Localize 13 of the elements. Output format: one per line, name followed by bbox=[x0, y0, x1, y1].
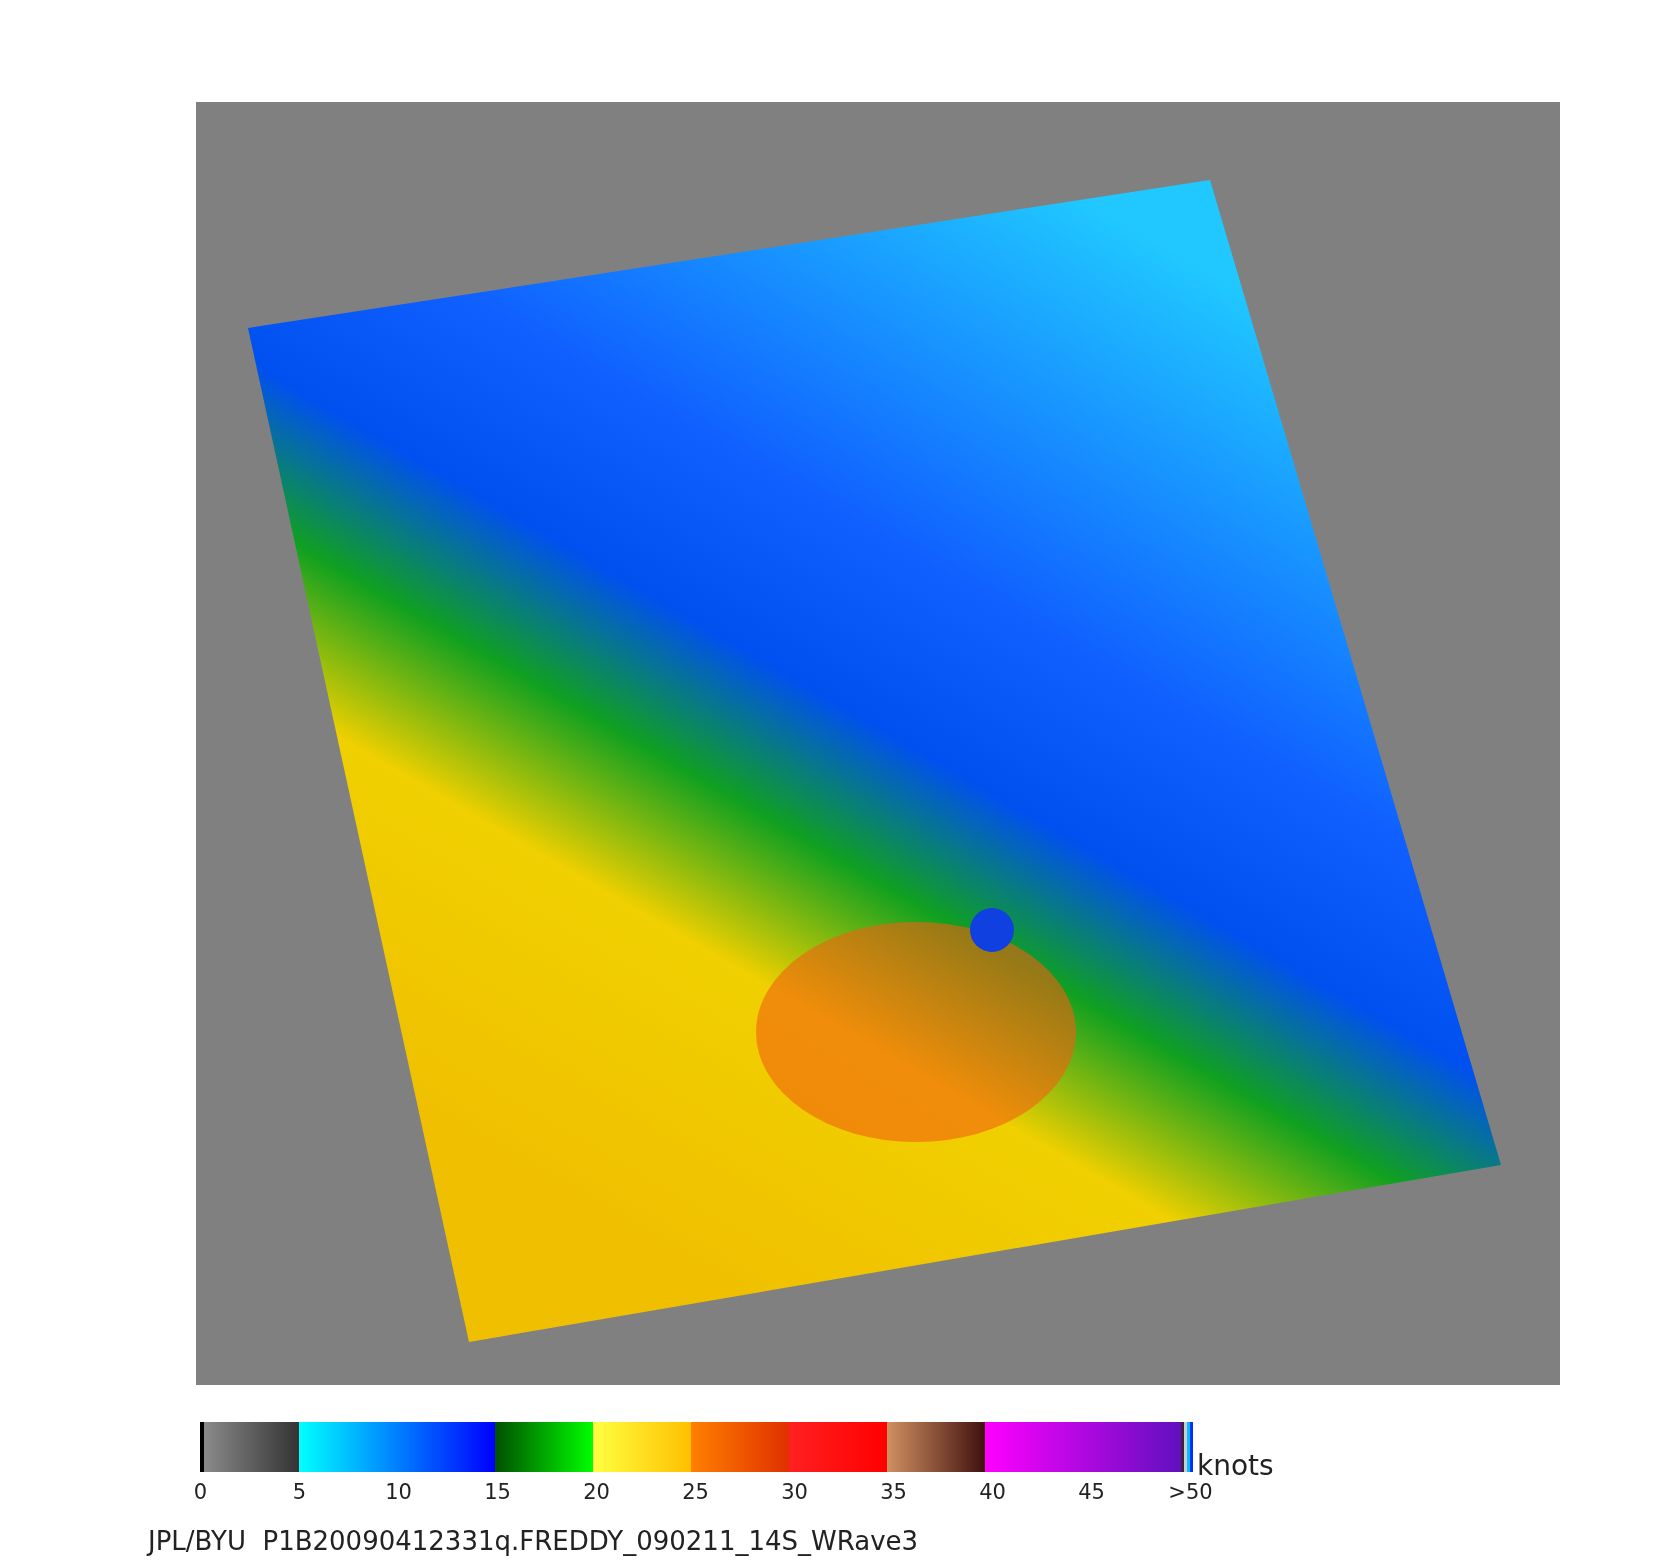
tick-label: 5 bbox=[291, 1480, 308, 1504]
tick-label: 0 bbox=[192, 1480, 209, 1504]
tick-label: 40 bbox=[978, 1480, 1007, 1504]
tick-label: 20 bbox=[582, 1480, 611, 1504]
tick-label: 15 bbox=[483, 1480, 512, 1504]
unit-label: knots bbox=[1197, 1452, 1274, 1480]
tick-label: >50 bbox=[1167, 1480, 1214, 1504]
caption: JPL/BYU P1B20090412331q.FREDDY_090211_14S_WRave3 bbox=[148, 1526, 920, 1556]
tick-label: 10 bbox=[384, 1480, 413, 1504]
tick-label: 25 bbox=[681, 1480, 710, 1504]
tick-label: 30 bbox=[780, 1480, 809, 1504]
tick-label: 35 bbox=[879, 1480, 908, 1504]
tick-label: 45 bbox=[1077, 1480, 1106, 1504]
